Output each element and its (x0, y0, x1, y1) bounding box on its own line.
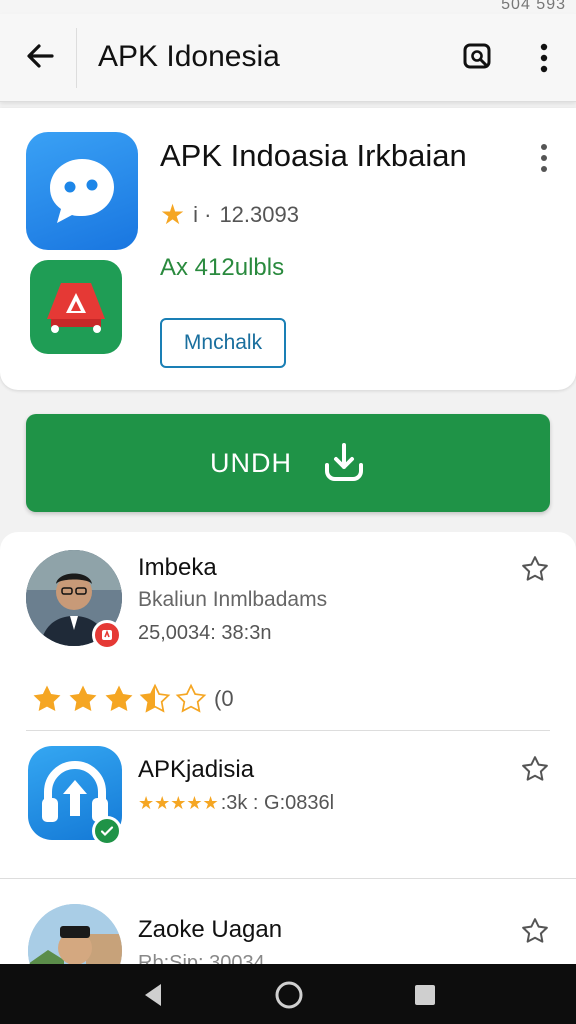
rating-label: (0 (214, 686, 234, 711)
star-filled-icon (105, 685, 133, 712)
developer-logo-icon (47, 283, 105, 333)
star-outline-icon (522, 556, 548, 581)
item-title: APKjadisia (138, 756, 255, 783)
item-meta: :3k : G:0836l (220, 792, 335, 814)
star-outline-icon (522, 918, 548, 943)
divider (26, 730, 550, 731)
list-item[interactable]: Zaoke Uagan Rb:Sip: 30034 (0, 882, 576, 998)
developer-icon[interactable] (30, 260, 122, 354)
rating-count: 12.3093 (219, 201, 299, 227)
nav-recents-button[interactable] (408, 978, 442, 1012)
download-icon (325, 443, 363, 481)
favorite-button[interactable] (518, 552, 552, 586)
secondary-action-button[interactable]: Mnchalk (160, 318, 286, 368)
app-header-card: APK Indoasia Irkbaian ★ i · 12.3093 Ax 4… (0, 108, 576, 390)
favorite-button[interactable] (518, 914, 552, 948)
nav-back-button[interactable] (136, 978, 170, 1012)
app-bar: APK Idonesia (0, 14, 576, 102)
rating-star-icon: ★ (160, 199, 186, 230)
app-more-button[interactable] (528, 140, 560, 176)
star-filled-icon (69, 685, 97, 712)
item-meta-row: ★★★★★ :3k : G:0836l (138, 792, 334, 815)
circle-home-icon (275, 981, 303, 1009)
back-button[interactable] (20, 36, 60, 76)
overflow-menu-button[interactable] (526, 38, 562, 78)
app-subtitle: Ax 412ulbls (160, 254, 285, 281)
favorite-button[interactable] (518, 752, 552, 786)
star-outline-icon (522, 756, 548, 781)
star-half-icon (139, 683, 171, 713)
more-vert-icon (540, 43, 548, 73)
nav-home-button[interactable] (272, 978, 306, 1012)
item-meta: 25,0034: 38:3n (138, 622, 272, 644)
app-bar-divider (76, 28, 77, 88)
verified-badge-icon (92, 816, 122, 846)
app-rating-row: ★ i · 12.3093 (160, 198, 299, 231)
more-vert-icon (541, 144, 547, 172)
item-title: Imbeka (138, 554, 217, 581)
list-item[interactable]: Imbeka Bkaliun Inmlbadams 25,0034: 38:3n… (0, 532, 576, 730)
app-name: APK Indoasia Irkbaian (160, 138, 467, 173)
triangle-back-icon (145, 984, 161, 1006)
item-subtitle: Bkaliun Inmlbadams (138, 588, 328, 611)
item-rating-row: (0 (30, 682, 234, 716)
item-stars: ★★★★★ (138, 793, 219, 813)
status-bar: 504 593 (0, 0, 576, 14)
search-icon (463, 43, 491, 69)
app-badge-icon (92, 620, 122, 650)
square-recents-icon (415, 985, 435, 1005)
search-button[interactable] (458, 38, 498, 78)
arrow-left-icon (27, 44, 54, 68)
status-text: 504 593 (501, 0, 566, 13)
system-nav-bar (0, 964, 576, 1024)
related-list: Imbeka Bkaliun Inmlbadams 25,0034: 38:3n… (0, 532, 576, 998)
list-item[interactable]: APKjadisia ★★★★★ :3k : G:0836l (0, 732, 576, 878)
divider (0, 878, 576, 879)
install-button[interactable]: UNDH (26, 414, 550, 512)
install-label: UNDH (210, 447, 292, 478)
star-filled-icon (33, 685, 61, 712)
star-empty-icon (175, 683, 207, 713)
item-title: Zaoke Uagan (138, 916, 283, 943)
page-title: APK Idonesia (98, 40, 280, 73)
chat-bubble-icon (50, 159, 114, 223)
rating-separator: i · (193, 201, 212, 227)
app-icon[interactable] (26, 132, 138, 250)
